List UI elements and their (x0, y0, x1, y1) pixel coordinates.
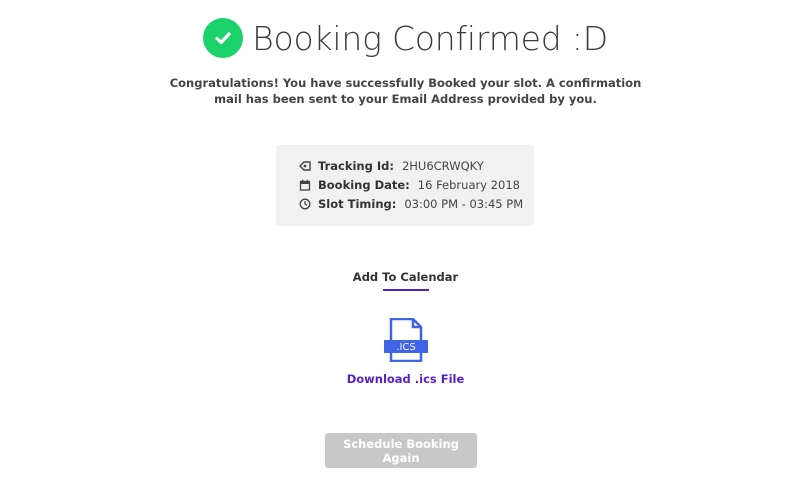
ics-badge-text: .ICS (396, 342, 415, 353)
clock-icon (298, 197, 312, 211)
page-title: Booking Confirmed :D (252, 18, 608, 58)
calendar-icon (298, 178, 312, 192)
booking-date-row: Booking Date: 16 February 2018 (298, 175, 534, 194)
download-ics-link[interactable]: Download .ics File (347, 372, 465, 386)
booking-date-value: 16 February 2018 (417, 177, 520, 192)
slot-timing-row: Slot Timing: 03:00 PM - 03:45 PM (298, 194, 534, 213)
tracking-id-value: 2HU6CRWQKY (401, 158, 484, 173)
heading-underline (382, 289, 429, 291)
slot-timing-label: Slot Timing: (318, 196, 397, 211)
slot-timing-value: 03:00 PM - 03:45 PM (404, 196, 524, 211)
check-circle-icon (203, 18, 244, 58)
tracking-id-label: Tracking Id: (318, 158, 394, 173)
tracking-id-row: Tracking Id: 2HU6CRWQKY (298, 156, 534, 175)
page-header: Booking Confirmed :D (0, 18, 811, 58)
message-line-1: Congratulations! You have successfully B… (169, 76, 642, 90)
add-to-calendar-section: Add To Calendar (0, 270, 811, 291)
message-line-2: mail has been sent to your Email Address… (214, 92, 597, 106)
add-to-calendar-heading: Add To Calendar (352, 270, 459, 284)
booking-date-label: Booking Date: (318, 177, 410, 192)
tag-icon (298, 159, 312, 173)
schedule-booking-again-button[interactable]: Schedule Booking Again (325, 433, 477, 468)
booking-details-box: Tracking Id: 2HU6CRWQKY Booking Date: 16… (276, 145, 534, 226)
ics-file-icon[interactable]: .ICS (383, 317, 429, 366)
confirmation-message: Congratulations! You have successfully B… (0, 75, 811, 107)
ics-download: .ICS Download .ics File (0, 317, 811, 386)
